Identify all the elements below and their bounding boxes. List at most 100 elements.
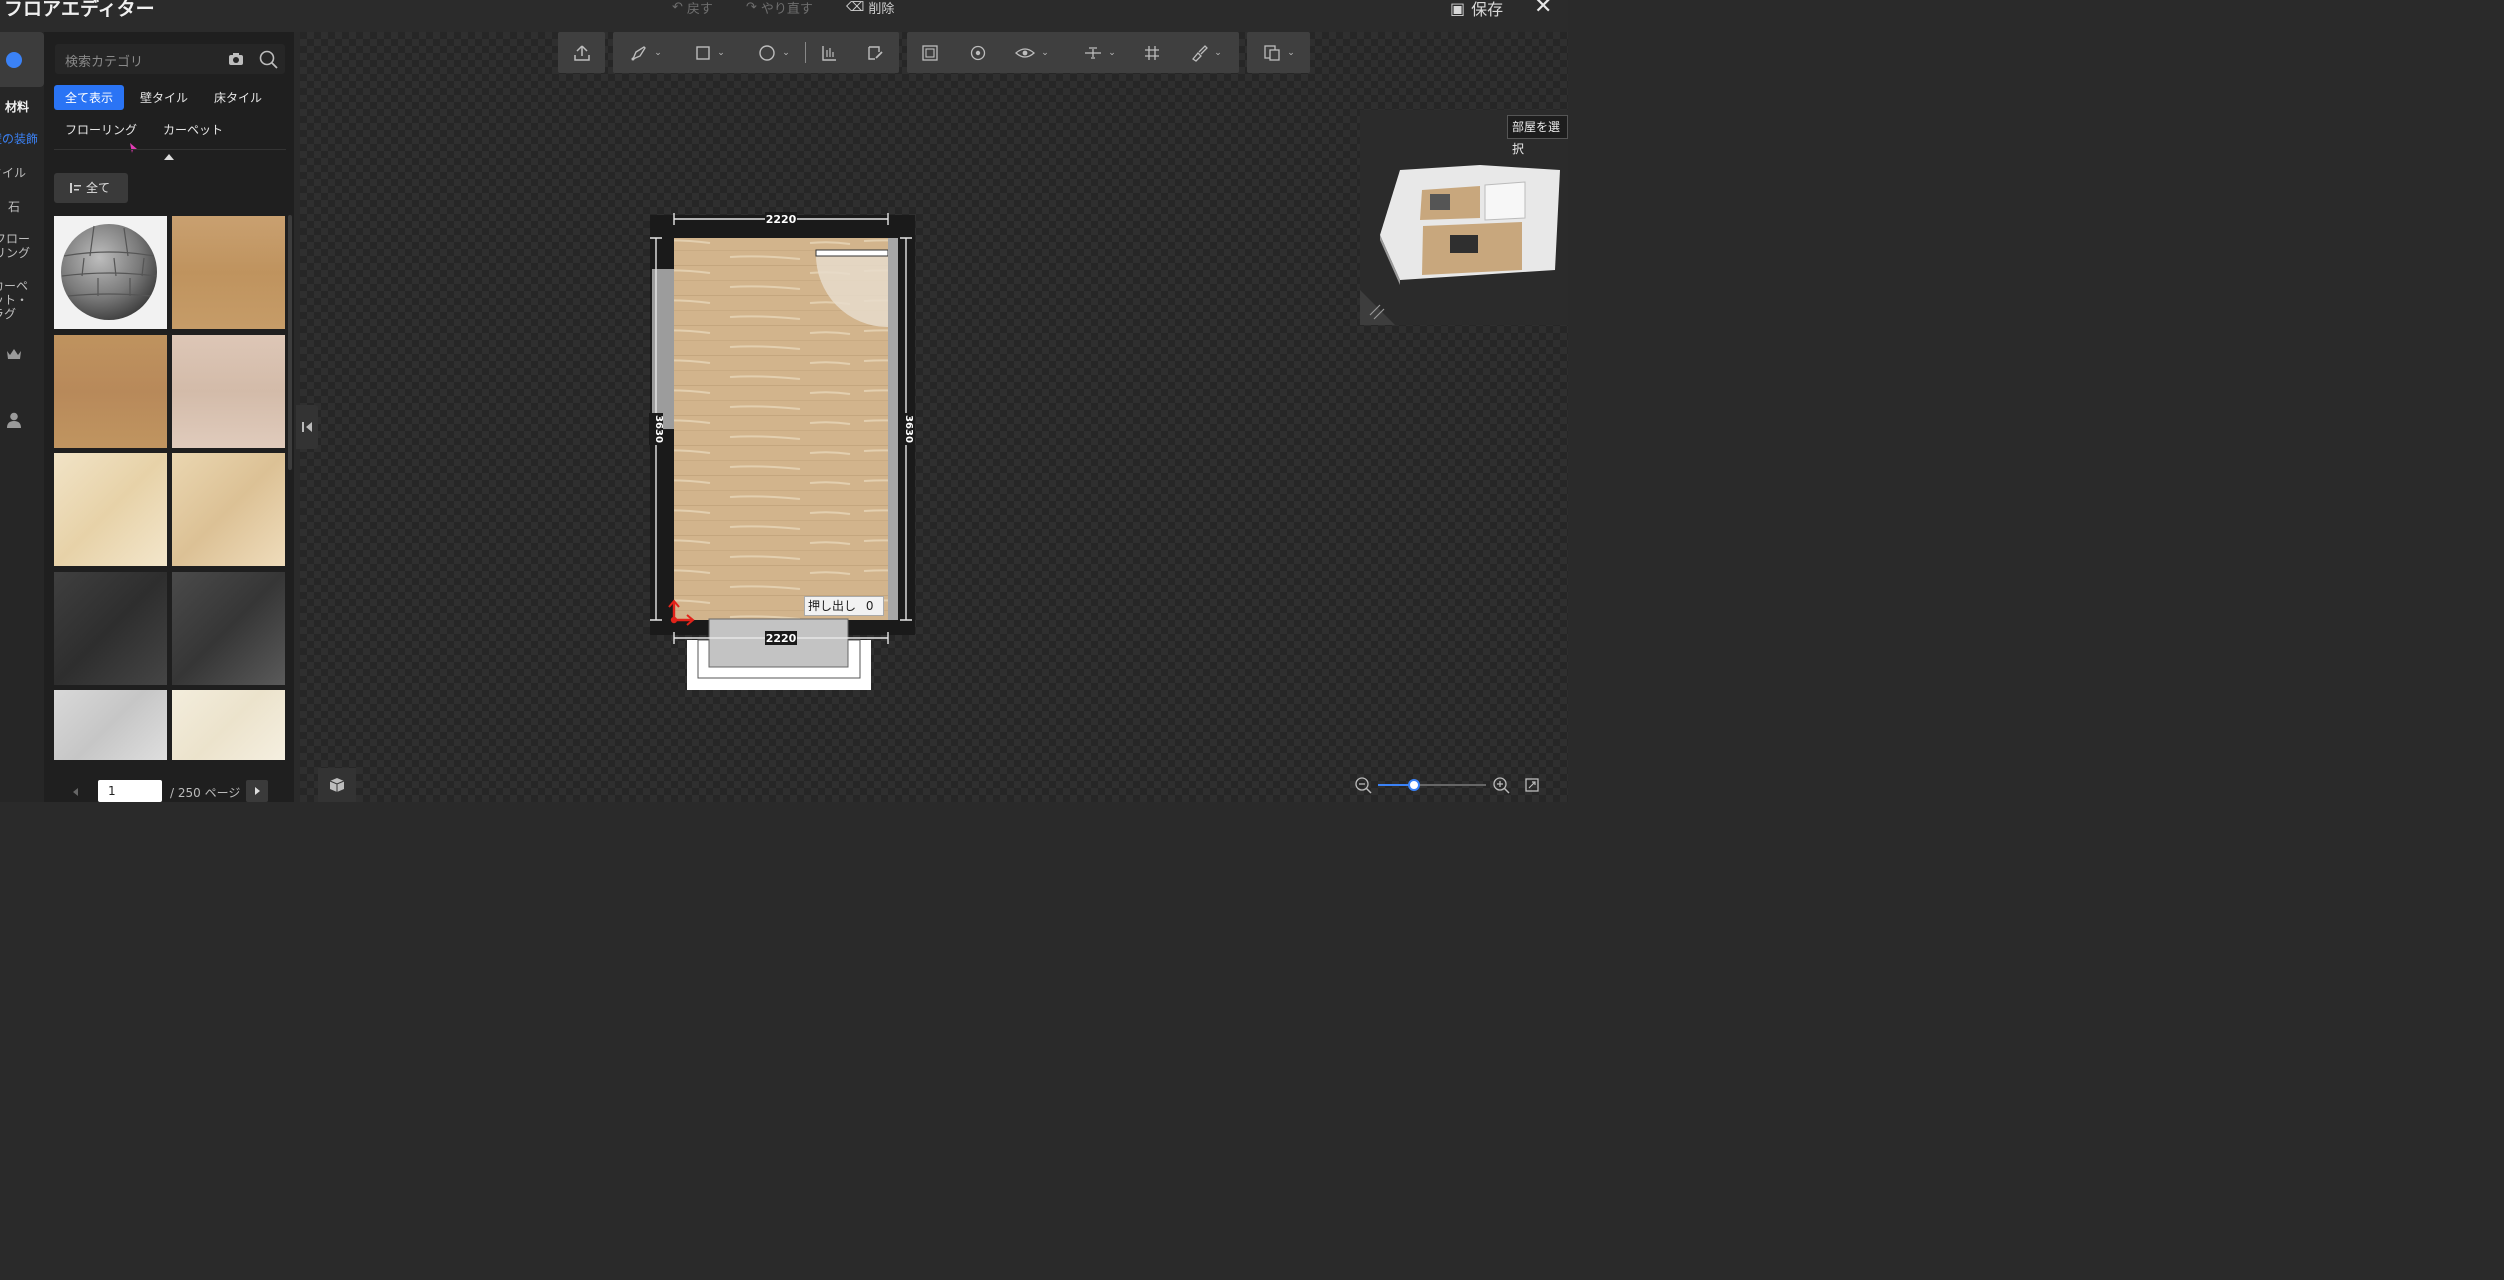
pen-icon bbox=[631, 45, 647, 60]
gizmo-origin[interactable] bbox=[670, 616, 678, 624]
extrude-value[interactable]: 0 bbox=[866, 599, 874, 613]
door[interactable] bbox=[815, 249, 889, 257]
circle-icon bbox=[759, 44, 775, 61]
extrude-label: 押し出し bbox=[808, 599, 857, 613]
rail-item-flooring[interactable]: フローリング bbox=[0, 232, 36, 260]
toolbar-divider bbox=[805, 42, 806, 63]
dim-left-label[interactable]: 3630 bbox=[653, 415, 664, 443]
page-total: / 250 ページ bbox=[170, 786, 241, 800]
zoom-slider-thumb[interactable] bbox=[1408, 779, 1420, 791]
material-thumb-marble-2[interactable] bbox=[172, 453, 285, 566]
rail-materials-label: 材料 bbox=[5, 100, 30, 114]
material-thumb-dark-2[interactable] bbox=[172, 572, 285, 685]
upload-icon bbox=[573, 44, 590, 61]
save-button[interactable]: ▣ 保存 bbox=[1450, 0, 1503, 20]
panel-scrollbar[interactable] bbox=[288, 215, 292, 470]
search-input[interactable]: 検索カテゴリ bbox=[55, 44, 285, 74]
zoom-out-icon[interactable] bbox=[1354, 776, 1372, 794]
delete-button[interactable]: ⌫ 削除 bbox=[846, 0, 894, 17]
grid-button[interactable] bbox=[1137, 32, 1167, 73]
fit-view-icon[interactable] bbox=[1524, 777, 1540, 793]
rectangle-tool-button[interactable]: ⌄ bbox=[685, 32, 735, 73]
collapse-left-icon bbox=[302, 422, 312, 432]
chevron-down-icon: ⌄ bbox=[717, 47, 725, 58]
sort-button[interactable]: 全て bbox=[54, 173, 128, 203]
material-thumb-wood-2[interactable] bbox=[54, 335, 167, 448]
rail-item-stone[interactable]: 石 bbox=[8, 200, 20, 214]
mouse-cursor-icon bbox=[130, 143, 137, 153]
material-thumb-light-2[interactable] bbox=[172, 690, 285, 760]
collapse-up-icon[interactable] bbox=[164, 154, 174, 160]
collapse-panel-button[interactable] bbox=[296, 405, 318, 449]
align-button[interactable]: ⌄ bbox=[1075, 32, 1125, 73]
chevron-down-icon: ⌄ bbox=[654, 47, 662, 58]
redo-button[interactable]: ↷ やり直す bbox=[746, 0, 813, 17]
next-page-button[interactable] bbox=[246, 780, 268, 802]
layout-button[interactable]: ⌄ bbox=[1253, 32, 1305, 73]
next-page-icon bbox=[255, 787, 260, 795]
toolbar-group-layout: ⌄ bbox=[1247, 32, 1310, 73]
cube-icon bbox=[329, 778, 345, 792]
zoom-slider[interactable] bbox=[1378, 779, 1486, 791]
left-window[interactable] bbox=[652, 269, 674, 429]
close-button[interactable]: ✕ bbox=[1534, 0, 1552, 19]
view-3d-button[interactable] bbox=[318, 768, 356, 802]
material-thumb-marble-1[interactable] bbox=[54, 453, 167, 566]
minimap-panel[interactable] bbox=[1360, 110, 1568, 325]
grid-icon bbox=[1145, 45, 1159, 60]
material-thumb-dark-1[interactable] bbox=[54, 572, 167, 685]
right-wall-strip[interactable] bbox=[888, 238, 898, 620]
export-button[interactable] bbox=[558, 32, 605, 73]
toolbar-group-draw: ⌄ ⌄ ⌄ bbox=[613, 32, 899, 73]
chevron-down-icon: ⌄ bbox=[782, 47, 790, 58]
camera-icon[interactable] bbox=[228, 52, 244, 66]
rail-item-carpet[interactable]: カーペット・ラグ bbox=[0, 279, 38, 321]
chips-divider bbox=[54, 149, 286, 150]
rail-item-wall-decor[interactable]: 壁の装飾 bbox=[0, 132, 38, 146]
undo-icon: ↶ bbox=[672, 0, 683, 15]
dim-top-label[interactable]: 2220 bbox=[766, 213, 797, 226]
material-thumb-wood-3[interactable] bbox=[172, 335, 285, 448]
undo-button[interactable]: ↶ 戻す bbox=[672, 0, 713, 17]
delete-label: 削除 bbox=[868, 2, 895, 17]
chip-flooring[interactable]: フローリング bbox=[54, 117, 148, 142]
pen-tool-button[interactable]: ⌄ bbox=[621, 32, 671, 73]
user-icon[interactable] bbox=[7, 412, 21, 428]
sort-label: 全て bbox=[86, 181, 111, 195]
visibility-button[interactable]: ⌄ bbox=[1007, 32, 1057, 73]
note-edit-icon bbox=[868, 45, 883, 60]
material-thumb-stone-sphere[interactable] bbox=[54, 216, 167, 329]
prev-page-icon[interactable] bbox=[72, 788, 80, 796]
chip-wall-tile[interactable]: 壁タイル bbox=[129, 85, 199, 110]
crown-icon[interactable] bbox=[6, 347, 22, 361]
select-room-label[interactable]: 部屋を選択 bbox=[1507, 115, 1568, 156]
frame-tool-button[interactable] bbox=[913, 32, 947, 73]
toolbar-group-export bbox=[558, 32, 605, 73]
layers-icon bbox=[1264, 44, 1280, 61]
zoom-in-icon[interactable] bbox=[1492, 776, 1510, 794]
search-icon[interactable] bbox=[259, 50, 279, 70]
rail-item-tile[interactable]: タイル bbox=[0, 166, 26, 180]
camera-view-button[interactable] bbox=[961, 32, 995, 73]
rail-item-materials[interactable] bbox=[0, 32, 44, 87]
note-tool-button[interactable] bbox=[859, 32, 891, 73]
dim-bottom-label[interactable]: 2220 bbox=[766, 632, 797, 645]
circle-tool-button[interactable]: ⌄ bbox=[749, 32, 799, 73]
chip-all[interactable]: 全て表示 bbox=[54, 85, 125, 110]
save-icon: ▣ bbox=[1450, 0, 1466, 18]
extrude-field[interactable]: 押し出し 0 bbox=[804, 596, 884, 616]
paint-button[interactable]: ⌄ bbox=[1181, 32, 1231, 73]
chip-carpet[interactable]: カーペット bbox=[152, 117, 234, 142]
material-thumb-wood-1[interactable] bbox=[172, 216, 285, 329]
chip-floor-tile[interactable]: 床タイル bbox=[203, 85, 273, 110]
redo-label: やり直す bbox=[760, 2, 813, 17]
dimension-tool-button[interactable] bbox=[813, 32, 845, 73]
dim-right-label[interactable]: 3630 bbox=[903, 415, 914, 443]
floor-plan[interactable]: 2220 2220 3630 3630 bbox=[640, 205, 925, 700]
toolbar-group-view: ⌄ ⌄ ⌄ bbox=[907, 32, 1239, 73]
page-number-input[interactable]: 1 bbox=[98, 780, 162, 802]
material-thumb-light-1[interactable] bbox=[54, 690, 167, 760]
eye-icon bbox=[1015, 47, 1036, 58]
camera-rotate-icon bbox=[970, 45, 986, 60]
eraser-icon: ⌫ bbox=[846, 0, 865, 15]
